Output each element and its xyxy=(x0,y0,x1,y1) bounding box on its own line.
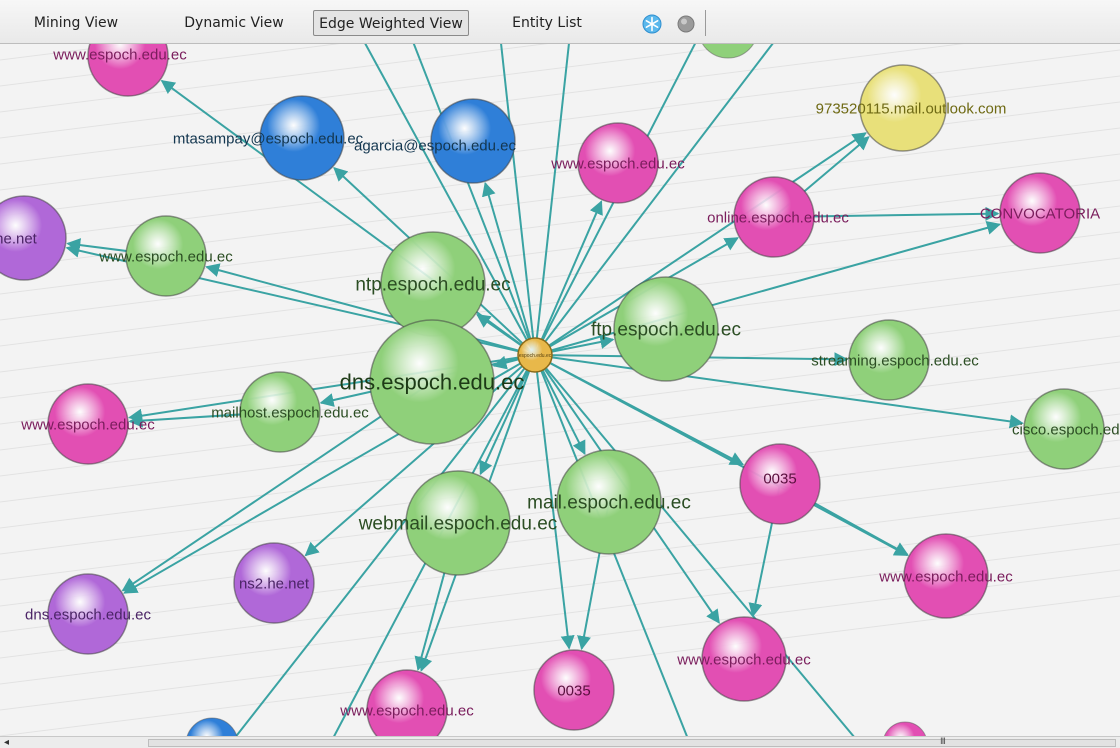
graph-node-label: online.espoch.edu.ec xyxy=(707,209,849,226)
graph-node-label: 973520115.mail.outlook.com xyxy=(816,100,1007,117)
view-toolbar: Mining View Dynamic View Edge Weighted V… xyxy=(0,0,1120,44)
graph-edge xyxy=(482,181,536,356)
graph-node[interactable]: www.espoch.edu.ec xyxy=(550,122,685,204)
stop-icon[interactable] xyxy=(676,14,696,34)
tab-dynamic-view[interactable]: Dynamic View xyxy=(180,10,288,36)
graph-node-label: www.espoch.edu.ec xyxy=(20,416,155,433)
tab-edge-weighted-view[interactable]: Edge Weighted View xyxy=(313,10,469,36)
graph-node-label: ns2.he.net xyxy=(239,575,310,592)
toolbar-divider xyxy=(705,10,706,36)
graph-node-offscreen[interactable] xyxy=(883,721,927,736)
graph-node-label: www.espoch.edu.ec xyxy=(52,46,187,63)
graph-node[interactable]: online.espoch.edu.ec xyxy=(707,176,849,258)
graph-node-offscreen[interactable] xyxy=(698,44,758,59)
tab-entity-list[interactable]: Entity List xyxy=(505,10,589,36)
graph-node[interactable]: www.espoch.edu.ec xyxy=(52,44,187,97)
graph-node-label: mail.espoch.edu.ec xyxy=(527,493,691,514)
hub-node-label: espoch.edu.ec xyxy=(519,353,552,359)
graph-node-label: agarcia@espoch.edu.ec xyxy=(354,137,516,154)
scroll-left-icon[interactable]: ◂ xyxy=(4,737,9,748)
graph-node-label: dns.espoch.edu.ec xyxy=(25,606,151,623)
graph-node[interactable]: www.espoch.edu.ec xyxy=(878,533,1013,619)
graph-node[interactable]: dns.espoch.edu.ec xyxy=(25,573,151,655)
graph-node-label: cisco.espoch.edu xyxy=(1012,421,1120,438)
graph-node[interactable]: ns2.he.net xyxy=(233,542,315,624)
graph-node[interactable]: mtasampay@espoch.edu.ec xyxy=(173,95,364,181)
graph-node-label: ntp.espoch.edu.ec xyxy=(355,275,510,296)
graph-node-label: mtasampay@espoch.edu.ec xyxy=(173,130,364,147)
graph-node[interactable]: www.espoch.edu.ec xyxy=(676,616,811,702)
graph-node-label: streaming.espoch.edu.ec xyxy=(811,352,979,369)
graph-node-label: 0035 xyxy=(557,682,590,699)
graph-edge xyxy=(534,44,570,356)
scrollbar-thumb[interactable] xyxy=(148,739,1116,747)
graph-node[interactable]: streaming.espoch.edu.ec xyxy=(811,319,979,401)
graph-node[interactable]: cisco.espoch.edu xyxy=(1012,388,1120,470)
network-graph[interactable]: www.espoch.edu.ec mtasampay@espoch.edu.ec… xyxy=(0,44,1120,736)
graph-node[interactable]: 0035 xyxy=(739,443,821,525)
graph-node-label: ftp.espoch.edu.ec xyxy=(591,320,741,341)
graph-node-label: he.net xyxy=(0,230,38,247)
graph-node[interactable]: mail.espoch.edu.ec xyxy=(527,449,691,555)
graph-canvas[interactable]: www.espoch.edu.ec mtasampay@espoch.edu.ec… xyxy=(0,44,1120,736)
graph-node[interactable]: www.espoch.edu.ec xyxy=(20,383,155,465)
graph-node[interactable]: webmail.espoch.edu.ec xyxy=(358,470,558,576)
graph-node-offscreen[interactable] xyxy=(186,717,238,736)
horizontal-scrollbar[interactable]: ◂ III xyxy=(0,736,1120,748)
graph-node-label: www.espoch.edu.ec xyxy=(878,568,1013,585)
graph-node-label: webmail.espoch.edu.ec xyxy=(358,514,558,535)
graph-node[interactable]: 0035 xyxy=(533,649,615,731)
graph-node-label: CONVOCATORIA xyxy=(980,205,1100,222)
hub-node[interactable]: espoch.edu.ec xyxy=(517,337,553,373)
scrollbar-grip-icon: III xyxy=(940,737,946,747)
graph-node[interactable]: 973520115.mail.outlook.com xyxy=(816,64,1007,152)
graph-node-label: www.espoch.edu.ec xyxy=(550,155,685,172)
graph-node-label: www.espoch.edu.ec xyxy=(98,248,233,265)
graph-node-label: www.espoch.edu.ec xyxy=(676,651,811,668)
graph-node-label: mailhost.espoch.edu.ec xyxy=(211,404,369,421)
graph-node[interactable]: www.espoch.edu.ec xyxy=(98,215,233,297)
graph-node-label: 0035 xyxy=(763,470,796,487)
graph-node[interactable]: www.espoch.edu.ec xyxy=(339,669,474,736)
graph-node-label: www.espoch.edu.ec xyxy=(339,702,474,719)
snowflake-icon[interactable] xyxy=(642,14,662,34)
tab-mining-view[interactable]: Mining View xyxy=(28,10,124,36)
graph-node-label: dns.espoch.edu.ec xyxy=(340,370,525,395)
